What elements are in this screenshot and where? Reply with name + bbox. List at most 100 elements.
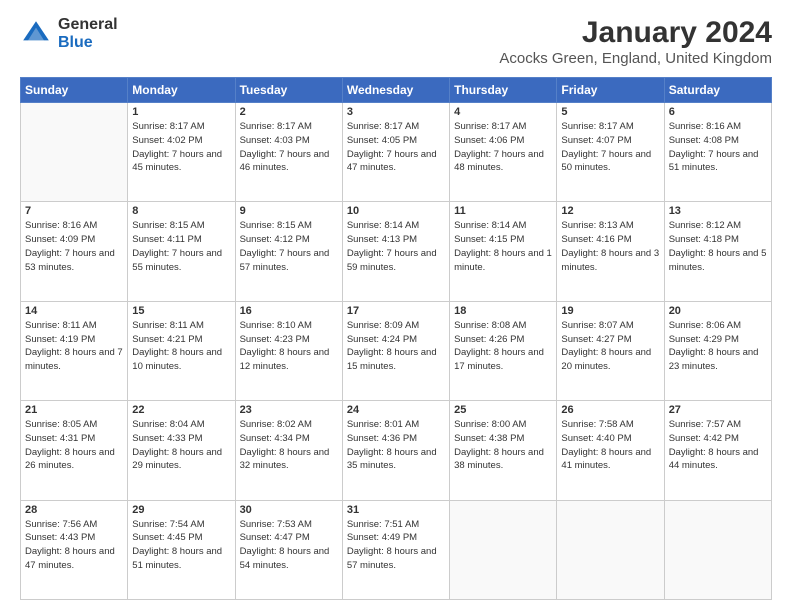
table-row: 8Sunrise: 8:15 AMSunset: 4:11 PMDaylight… <box>128 202 235 301</box>
table-row: 31Sunrise: 7:51 AMSunset: 4:49 PMDayligh… <box>342 500 449 599</box>
day-number: 26 <box>561 404 659 416</box>
sunrise-text: Sunrise: 7:54 AM <box>132 518 230 532</box>
calendar-week-row: 14 Sunrise: 8:11 AMSunset: 4:19 PMDayligh… <box>21 301 772 400</box>
daylight-text: Daylight: 7 hours and 48 minutes. <box>454 148 552 176</box>
sunrise-text: Sunrise: 8:05 AM <box>25 418 123 432</box>
table-row: 9 Sunrise: 8:15 AMSunset: 4:12 PMDaylight… <box>235 202 342 301</box>
sunrise-text: Sunrise: 8:17 AM <box>561 120 659 134</box>
day-info: Sunrise: 8:01 AMSunset: 4:36 PMDaylight:… <box>347 418 445 473</box>
table-row: 28Sunrise: 7:56 AMSunset: 4:43 PMDayligh… <box>21 500 128 599</box>
daylight-text: Daylight: 8 hours and 57 minutes. <box>347 545 445 573</box>
calendar-week-row: 28Sunrise: 7:56 AMSunset: 4:43 PMDayligh… <box>21 500 772 599</box>
day-info: Sunrise: 8:16 AMSunset: 4:08 PMDaylight:… <box>669 120 767 175</box>
sunrise-text: Sunrise: 8:16 AM <box>669 120 767 134</box>
table-row: 4 Sunrise: 8:17 AMSunset: 4:06 PMDaylight… <box>450 103 557 202</box>
sunset-text: Sunset: 4:45 PM <box>132 531 230 545</box>
daylight-text: Daylight: 8 hours and 41 minutes. <box>561 446 659 474</box>
sunrise-text: Sunrise: 8:00 AM <box>454 418 552 432</box>
sunset-text: Sunset: 4:09 PM <box>25 233 123 247</box>
day-info: Sunrise: 8:12 AMSunset: 4:18 PMDaylight:… <box>669 219 767 274</box>
day-number: 12 <box>561 205 659 217</box>
sunrise-text: Sunrise: 8:13 AM <box>561 219 659 233</box>
day-info: Sunrise: 8:04 AMSunset: 4:33 PMDaylight:… <box>132 418 230 473</box>
day-info: Sunrise: 8:17 AMSunset: 4:05 PMDaylight:… <box>347 120 445 175</box>
day-info: Sunrise: 8:11 AMSunset: 4:21 PMDaylight:… <box>132 319 230 374</box>
sunset-text: Sunset: 4:26 PM <box>454 333 552 347</box>
sunset-text: Sunset: 4:49 PM <box>347 531 445 545</box>
sunset-text: Sunset: 4:15 PM <box>454 233 552 247</box>
sunrise-text: Sunrise: 8:15 AM <box>240 219 338 233</box>
day-info: Sunrise: 7:58 AMSunset: 4:40 PMDaylight:… <box>561 418 659 473</box>
day-number: 20 <box>669 305 767 317</box>
day-number: 9 <box>240 205 338 217</box>
day-number: 22 <box>132 404 230 416</box>
day-number: 24 <box>347 404 445 416</box>
sunset-text: Sunset: 4:03 PM <box>240 134 338 148</box>
table-row: 23 Sunrise: 8:02 AMSunset: 4:34 PMDayligh… <box>235 401 342 500</box>
sunrise-text: Sunrise: 8:08 AM <box>454 319 552 333</box>
day-info: Sunrise: 8:11 AMSunset: 4:19 PMDaylight:… <box>25 319 123 374</box>
table-row: 18Sunrise: 8:08 AMSunset: 4:26 PMDayligh… <box>450 301 557 400</box>
day-info: Sunrise: 8:16 AMSunset: 4:09 PMDaylight:… <box>25 219 123 274</box>
table-row: 7 Sunrise: 8:16 AMSunset: 4:09 PMDaylight… <box>21 202 128 301</box>
calendar-table: Sunday Monday Tuesday Wednesday Thursday… <box>20 77 772 600</box>
day-number: 17 <box>347 305 445 317</box>
day-info: Sunrise: 8:14 AMSunset: 4:13 PMDaylight:… <box>347 219 445 274</box>
sunset-text: Sunset: 4:36 PM <box>347 432 445 446</box>
sunrise-text: Sunrise: 8:16 AM <box>25 219 123 233</box>
day-number: 13 <box>669 205 767 217</box>
sunrise-text: Sunrise: 8:04 AM <box>132 418 230 432</box>
day-number: 21 <box>25 404 123 416</box>
table-row: 5Sunrise: 8:17 AMSunset: 4:07 PMDaylight… <box>557 103 664 202</box>
calendar-header-row: Sunday Monday Tuesday Wednesday Thursday… <box>21 78 772 103</box>
daylight-text: Daylight: 8 hours and 12 minutes. <box>240 346 338 374</box>
day-number: 11 <box>454 205 552 217</box>
sunset-text: Sunset: 4:16 PM <box>561 233 659 247</box>
sunset-text: Sunset: 4:38 PM <box>454 432 552 446</box>
sunset-text: Sunset: 4:40 PM <box>561 432 659 446</box>
day-number: 29 <box>132 504 230 516</box>
sunset-text: Sunset: 4:31 PM <box>25 432 123 446</box>
day-number: 7 <box>25 205 123 217</box>
sunrise-text: Sunrise: 8:15 AM <box>132 219 230 233</box>
table-row: 10 Sunrise: 8:14 AMSunset: 4:13 PMDayligh… <box>342 202 449 301</box>
day-number: 4 <box>454 106 552 118</box>
day-number: 1 <box>132 106 230 118</box>
sunrise-text: Sunrise: 8:10 AM <box>240 319 338 333</box>
header: General Blue January 2024 Acocks Green, … <box>20 16 772 67</box>
daylight-text: Daylight: 8 hours and 17 minutes. <box>454 346 552 374</box>
title-block: January 2024 Acocks Green, England, Unit… <box>499 16 772 67</box>
day-number: 23 <box>240 404 338 416</box>
sunset-text: Sunset: 4:33 PM <box>132 432 230 446</box>
sunrise-text: Sunrise: 8:09 AM <box>347 319 445 333</box>
daylight-text: Daylight: 7 hours and 57 minutes. <box>240 247 338 275</box>
table-row: 3 Sunrise: 8:17 AMSunset: 4:05 PMDaylight… <box>342 103 449 202</box>
month-title: January 2024 <box>499 16 772 50</box>
daylight-text: Daylight: 8 hours and 44 minutes. <box>669 446 767 474</box>
sunset-text: Sunset: 4:11 PM <box>132 233 230 247</box>
day-number: 10 <box>347 205 445 217</box>
logo-blue-text: Blue <box>58 34 118 52</box>
daylight-text: Daylight: 8 hours and 1 minute. <box>454 247 552 275</box>
sunset-text: Sunset: 4:08 PM <box>669 134 767 148</box>
day-number: 3 <box>347 106 445 118</box>
day-number: 28 <box>25 504 123 516</box>
day-number: 30 <box>240 504 338 516</box>
daylight-text: Daylight: 8 hours and 26 minutes. <box>25 446 123 474</box>
table-row: 20Sunrise: 8:06 AMSunset: 4:29 PMDayligh… <box>664 301 771 400</box>
sunrise-text: Sunrise: 8:12 AM <box>669 219 767 233</box>
table-row: 11Sunrise: 8:14 AMSunset: 4:15 PMDayligh… <box>450 202 557 301</box>
daylight-text: Daylight: 7 hours and 45 minutes. <box>132 148 230 176</box>
table-row <box>21 103 128 202</box>
day-info: Sunrise: 8:02 AMSunset: 4:34 PMDaylight:… <box>240 418 338 473</box>
day-info: Sunrise: 8:15 AMSunset: 4:12 PMDaylight:… <box>240 219 338 274</box>
day-number: 14 <box>25 305 123 317</box>
table-row: 17Sunrise: 8:09 AMSunset: 4:24 PMDayligh… <box>342 301 449 400</box>
sunset-text: Sunset: 4:34 PM <box>240 432 338 446</box>
header-saturday: Saturday <box>664 78 771 103</box>
day-info: Sunrise: 8:17 AMSunset: 4:06 PMDaylight:… <box>454 120 552 175</box>
table-row: 29Sunrise: 7:54 AMSunset: 4:45 PMDayligh… <box>128 500 235 599</box>
sunrise-text: Sunrise: 8:02 AM <box>240 418 338 432</box>
day-info: Sunrise: 8:15 AMSunset: 4:11 PMDaylight:… <box>132 219 230 274</box>
page: General Blue January 2024 Acocks Green, … <box>0 0 792 612</box>
